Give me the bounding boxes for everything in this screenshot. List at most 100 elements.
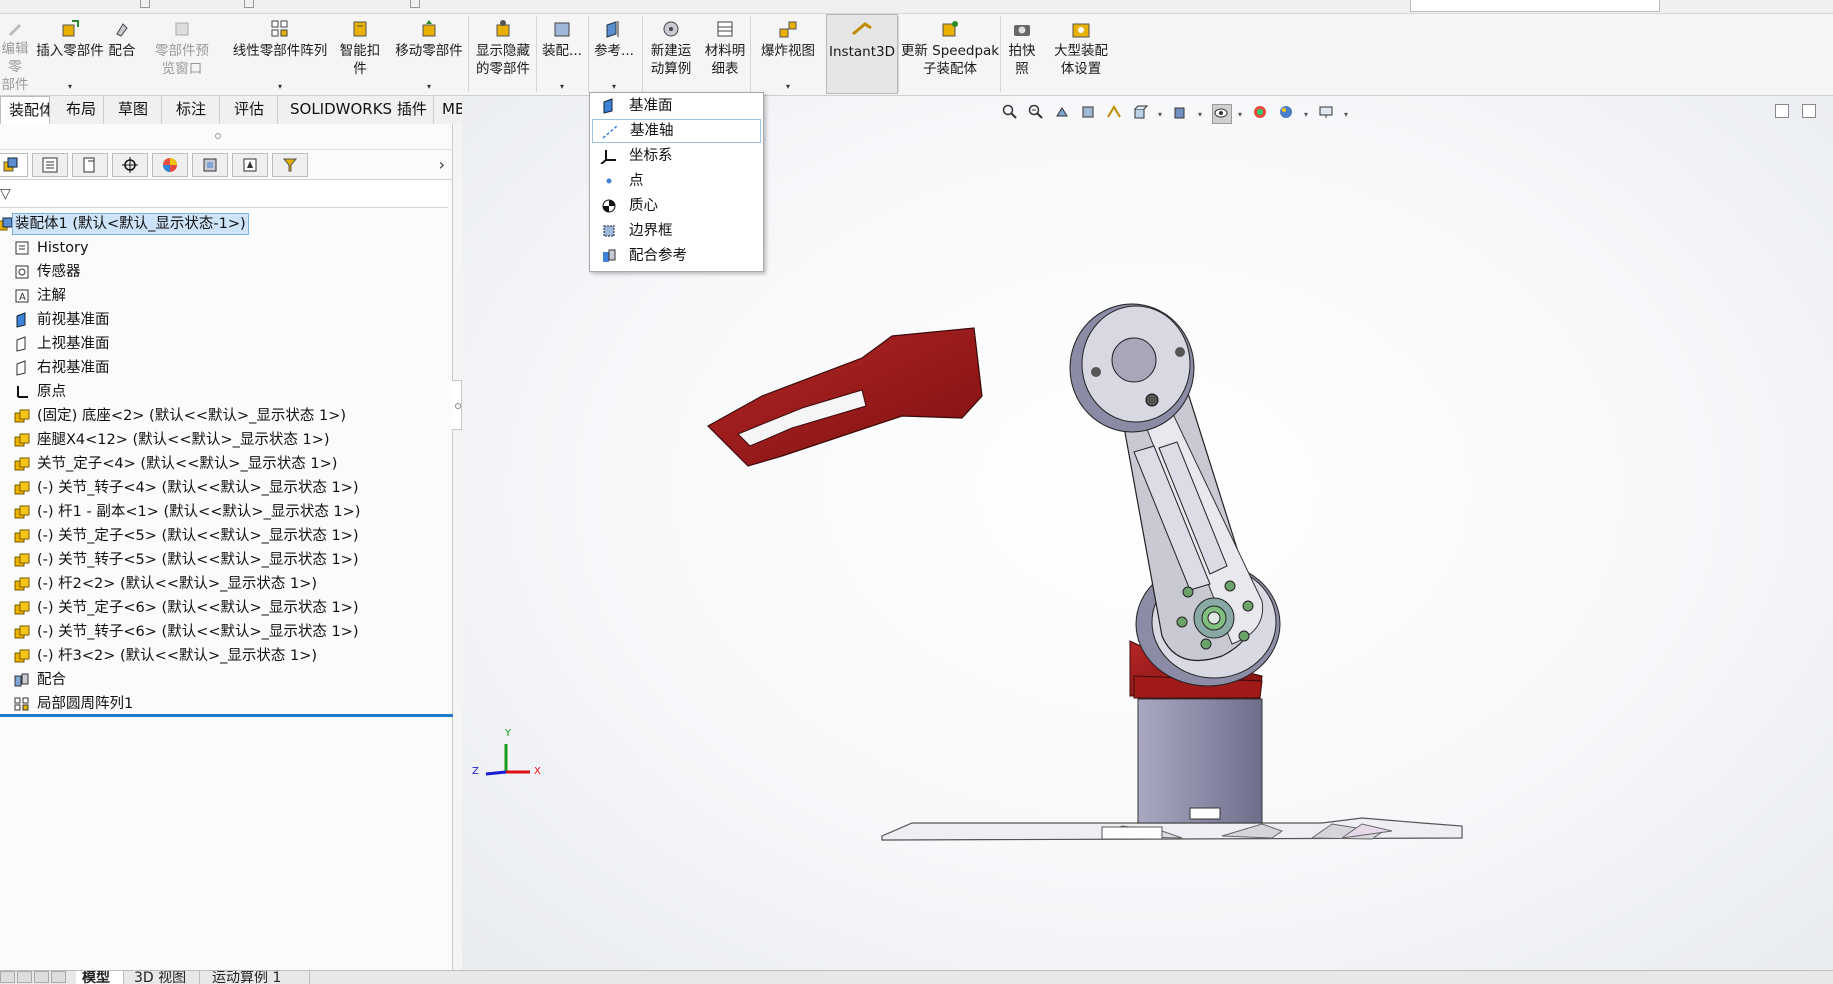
chevron-down-icon[interactable]: ▾ (278, 82, 282, 91)
chevron-down-icon[interactable]: ▾ (1238, 110, 1246, 119)
maximize-icon[interactable] (1802, 104, 1816, 118)
menu-item-bounding-box[interactable]: 边界框 (592, 219, 761, 243)
exploded-view-button[interactable]: 爆炸视图 ▾ (752, 14, 824, 94)
chevron-down-icon[interactable]: ▾ (1344, 110, 1352, 119)
tab-0[interactable]: 装配体 (0, 96, 50, 124)
tree-item[interactable]: (-) 关节_定子<5> (默认<<默认>_显示状态 1>) (0, 524, 453, 548)
tree-item[interactable]: 上视基准面 (0, 332, 453, 356)
instant3d-button[interactable]: Instant3D (826, 14, 898, 94)
tab-scroll-buttons[interactable] (0, 971, 70, 984)
edit-appearance-icon[interactable] (1252, 104, 1272, 124)
edit-component-button[interactable]: 编辑零 部件 (0, 14, 34, 94)
mate-button[interactable]: 配合 (104, 14, 140, 94)
tab-2[interactable]: 草图 (110, 96, 162, 124)
cam-tab[interactable] (192, 153, 228, 177)
apply-scene-icon[interactable] (1278, 104, 1298, 124)
displaymanager-tab[interactable] (152, 153, 188, 177)
large-assembly-button[interactable]: 大型装配 体设置 (1046, 14, 1116, 94)
tab-4[interactable]: 评估 (226, 96, 278, 124)
bottom-tab-1[interactable]: 3D 视图 (128, 971, 200, 984)
tab-1[interactable]: 布局 (58, 96, 104, 124)
bottom-tab-0[interactable]: 模型 (76, 971, 124, 984)
view-settings-icon[interactable] (1318, 104, 1338, 124)
linear-pattern-button[interactable]: 线性零部件阵列 ▾ (226, 14, 334, 94)
tree-root-assembly[interactable]: 装配体1 (默认<默认_显示状态-1>) (0, 212, 453, 236)
chevron-down-icon[interactable]: ▾ (427, 82, 431, 91)
bill-of-materials-button[interactable]: 材料明 细表 (698, 14, 752, 94)
reference-geometry-button[interactable]: 参考... ▾ (590, 14, 638, 94)
rollback-bar[interactable] (0, 714, 453, 717)
zoom-to-fit-icon[interactable] (1002, 104, 1022, 124)
featuremanager-tab[interactable] (0, 153, 28, 177)
tree-item[interactable]: (-) 杆1 - 副本<1> (默认<<默认>_显示状态 1>) (0, 500, 453, 524)
tree-item[interactable]: 前视基准面 (0, 308, 453, 332)
menu-item-point[interactable]: 点 (592, 169, 761, 193)
menu-item-center-of-mass[interactable]: 质心 (592, 194, 761, 218)
tab-3[interactable]: 标注 (168, 96, 220, 124)
tab-5[interactable]: SOLIDWORKS 插件 (282, 96, 434, 124)
move-component-button[interactable]: 移动零部件 ▾ (388, 14, 470, 94)
chevron-down-icon[interactable]: ▾ (1158, 110, 1166, 119)
tree-item[interactable]: 局部圆周阵列1 (0, 692, 453, 716)
dimxpert-tab[interactable] (112, 153, 148, 177)
chevron-down-icon[interactable]: ▾ (612, 82, 616, 91)
zoom-to-area-icon[interactable] (1028, 104, 1048, 124)
tree-item[interactable]: 配合 (0, 668, 453, 692)
tree-item[interactable]: (-) 关节_转子<5> (默认<<默认>_显示状态 1>) (0, 548, 453, 572)
tree-item[interactable]: (-) 杆2<2> (默认<<默认>_显示状态 1>) (0, 572, 453, 596)
propertymanager-tab[interactable] (32, 153, 68, 177)
filter-tab-tab[interactable] (272, 153, 308, 177)
tree-item[interactable]: 关节_定子<4> (默认<<默认>_显示状态 1>) (0, 452, 453, 476)
menu-item-label: 基准面 (629, 98, 673, 114)
hide-show-items-icon[interactable] (1212, 104, 1232, 124)
tree-item[interactable]: 座腿X4<12> (默认<<默认>_显示状态 1>) (0, 428, 453, 452)
component-preview-button[interactable]: 零部件预 览窗口 (140, 14, 224, 94)
tree-item[interactable]: (-) 关节_转子<6> (默认<<默认>_显示状态 1>) (0, 620, 453, 644)
chevron-right-icon[interactable]: › (439, 155, 445, 174)
section-view-icon[interactable] (1080, 104, 1100, 124)
menu-item-coordinate-system[interactable]: 坐标系 (592, 144, 761, 168)
previous-view-icon[interactable] (1054, 104, 1074, 124)
tree-item[interactable]: 原点 (0, 380, 453, 404)
simulation-tab[interactable] (232, 153, 268, 177)
tree-item[interactable]: (固定) 底座<2> (默认<<默认>_显示状态 1>) (0, 404, 453, 428)
tree-item[interactable]: 右视基准面 (0, 356, 453, 380)
edit-component-icon (4, 18, 26, 38)
assembly-features-button[interactable]: 装配... ▾ (540, 14, 584, 94)
menu-item-mate-reference[interactable]: 配合参考 (592, 244, 761, 268)
tree-item[interactable]: (-) 关节_转子<4> (默认<<默认>_显示状态 1>) (0, 476, 453, 500)
quick-access-icon[interactable] (244, 0, 254, 8)
panel-grip[interactable] (0, 124, 453, 150)
tree-filter[interactable]: ▽ (0, 180, 448, 208)
menu-item-axis[interactable]: 基准轴 (592, 119, 761, 143)
quick-access-icon[interactable] (410, 0, 420, 8)
dynamic-annotation-icon[interactable] (1106, 104, 1126, 124)
chevron-down-icon[interactable]: ▾ (786, 82, 790, 91)
chevron-down-icon[interactable]: ▾ (1304, 110, 1312, 119)
insert-components-button[interactable]: 插入零部件 ▾ (34, 14, 106, 94)
tree-item[interactable]: A 注解 (0, 284, 453, 308)
display-style-icon[interactable] (1172, 104, 1192, 124)
smart-fasteners-button[interactable]: 智能扣 件 (334, 14, 386, 94)
filter-icon[interactable]: ▽ (0, 186, 11, 202)
view-orientation-icon[interactable] (1132, 104, 1152, 124)
tree-item[interactable]: 传感器 (0, 260, 453, 284)
chevron-down-icon[interactable]: ▾ (560, 82, 564, 91)
tree-item[interactable]: History (0, 236, 453, 260)
chevron-down-icon[interactable]: ▾ (68, 82, 72, 91)
tree-item[interactable]: (-) 关节_定子<6> (默认<<默认>_显示状态 1>) (0, 596, 453, 620)
pedestal-cylinder (1137, 698, 1263, 824)
bottom-tab-2[interactable]: 运动算例 1 (206, 971, 310, 984)
configurationmanager-tab[interactable] (72, 153, 108, 177)
menu-item-plane[interactable]: 基准面 (592, 94, 761, 118)
tree-item[interactable]: (-) 杆3<2> (默认<<默认>_显示状态 1>) (0, 644, 453, 668)
quick-access-icon[interactable] (140, 0, 150, 8)
chevron-down-icon[interactable]: ▾ (1198, 110, 1206, 119)
snapshot-button[interactable]: 拍快照 (1002, 14, 1042, 94)
new-motion-study-button[interactable]: 新建运 动算例 (644, 14, 698, 94)
update-speedpak-button[interactable]: 更新 Speedpak 子装配体 (900, 14, 1000, 94)
panel-collapse-handle[interactable] (452, 380, 462, 430)
show-hidden-button[interactable]: 显示隐藏 的零部件 (470, 14, 536, 94)
restore-icon[interactable] (1775, 104, 1789, 118)
search-box[interactable] (1410, 0, 1660, 12)
